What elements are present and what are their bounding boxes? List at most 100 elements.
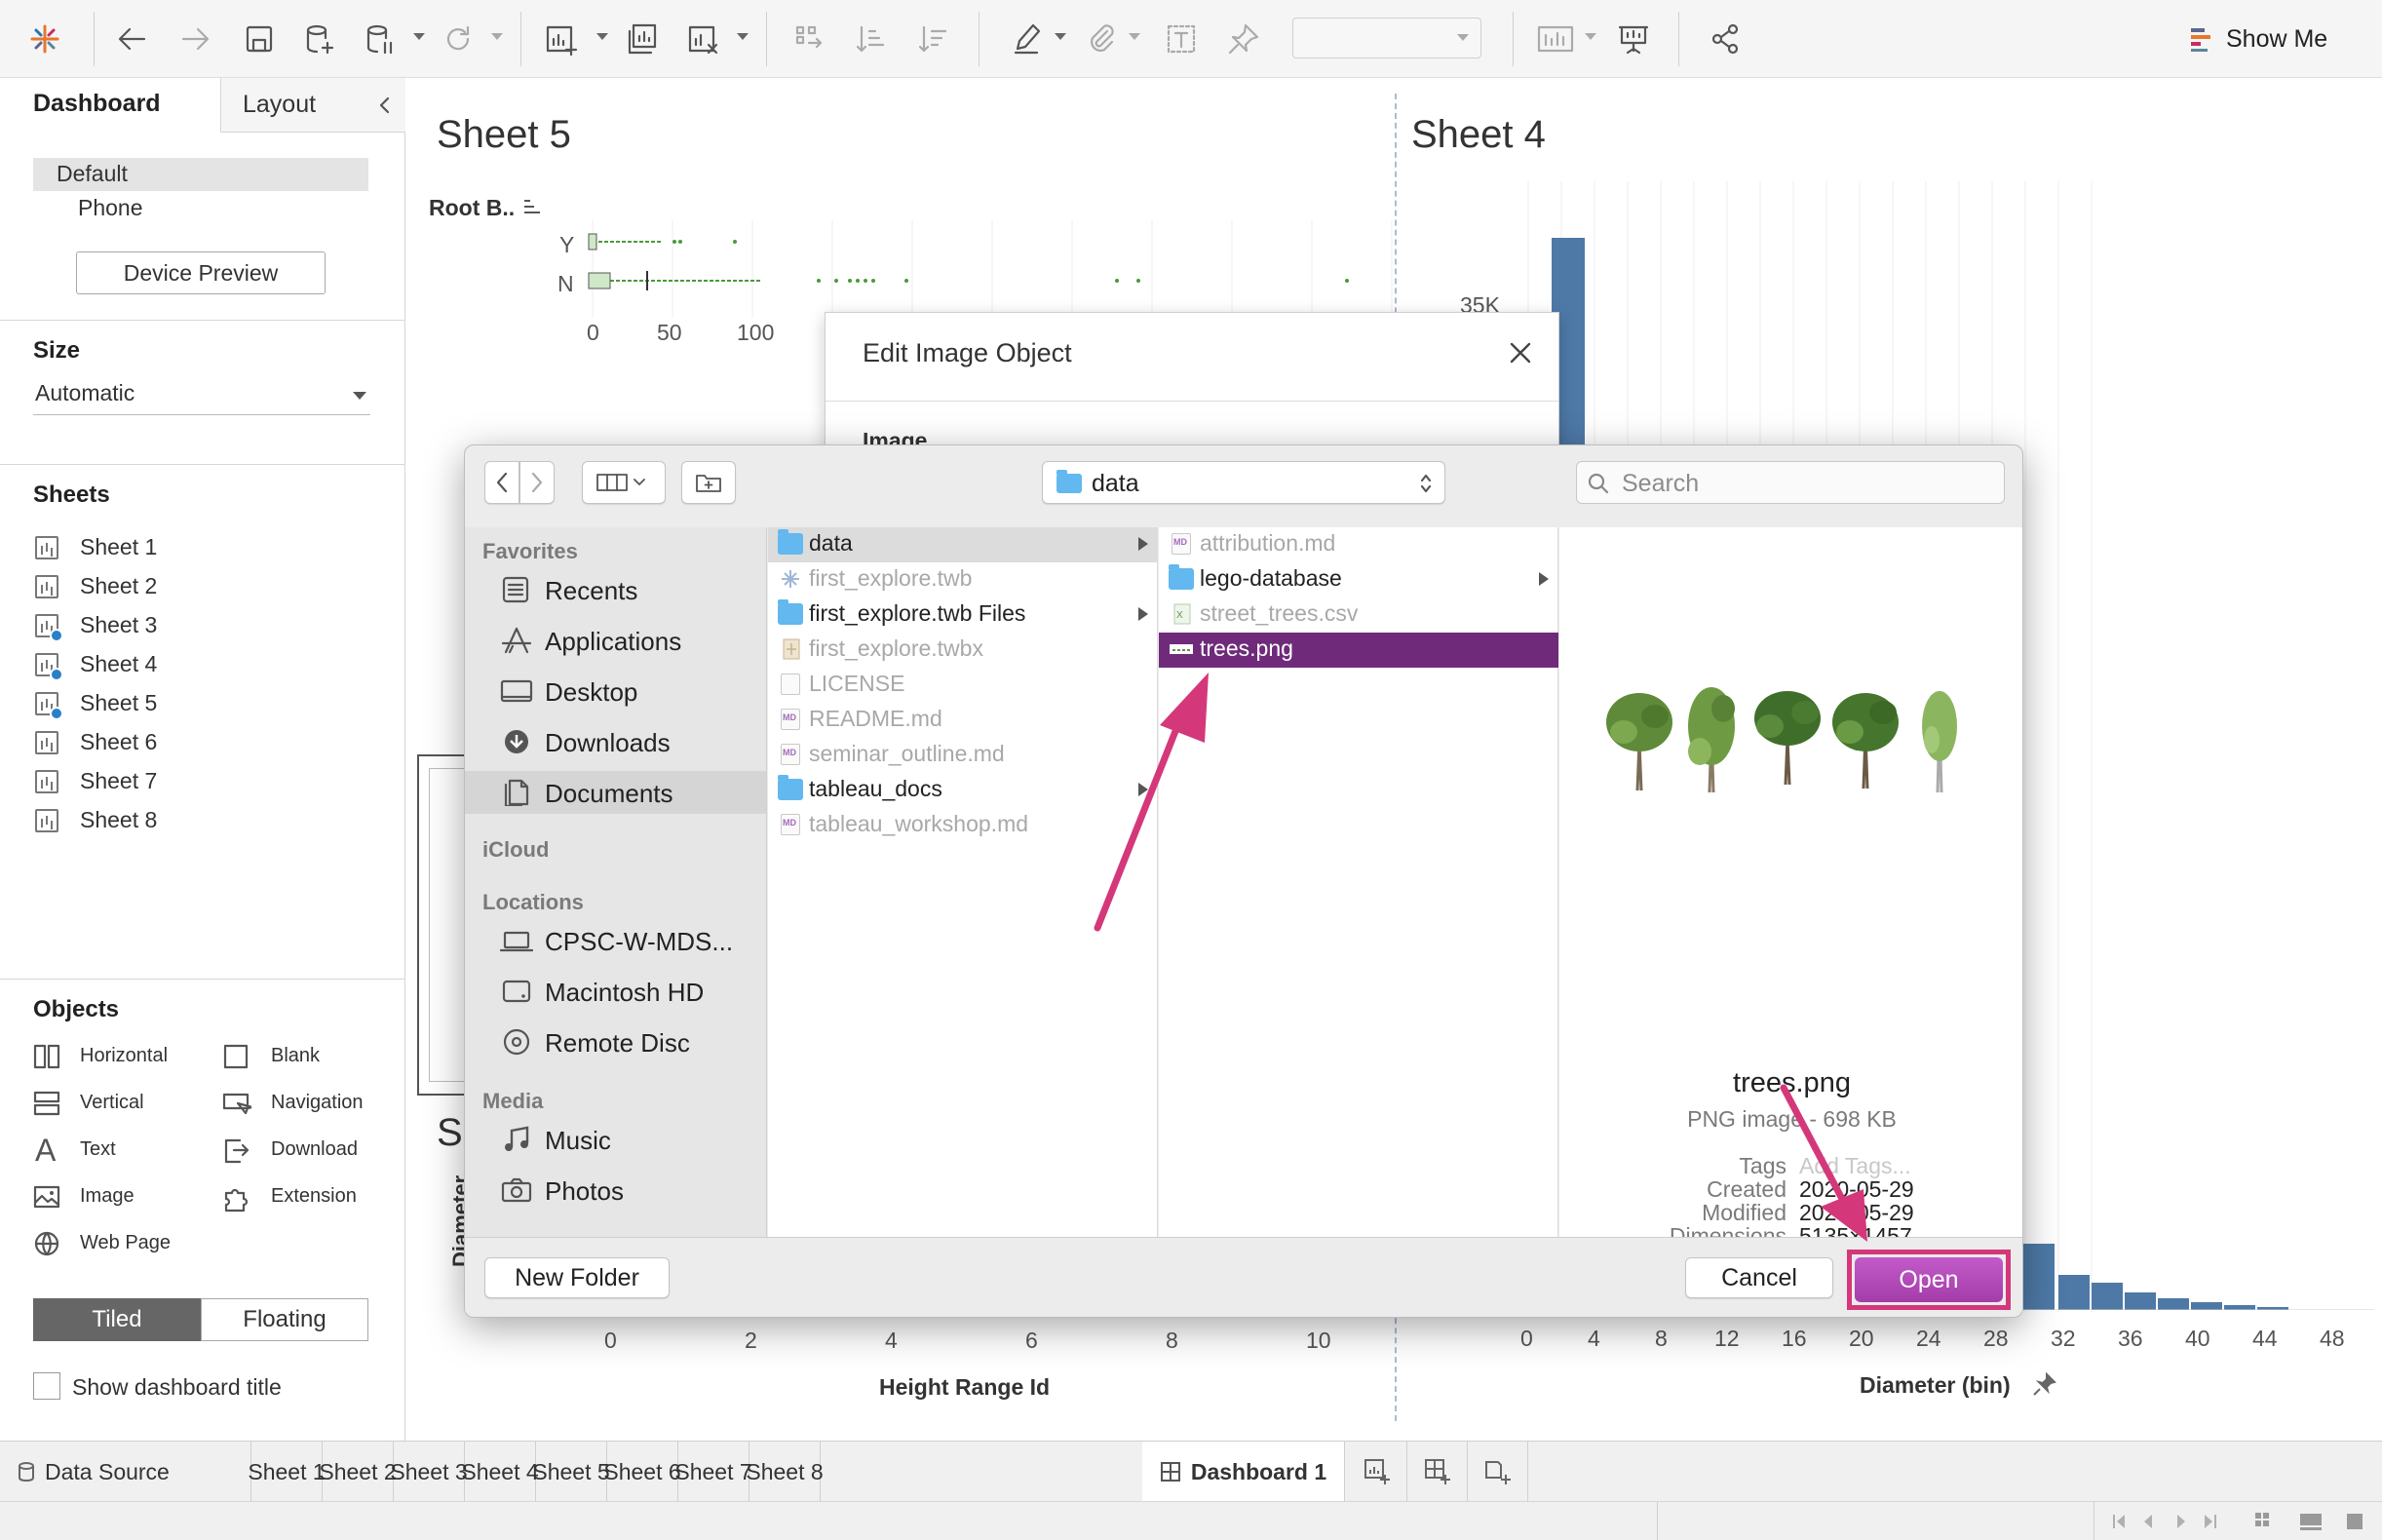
sort-descending-icon[interactable] bbox=[910, 16, 957, 62]
left-x-tick: 2 bbox=[745, 1328, 757, 1353]
sheet-list-item[interactable]: Sheet 6 bbox=[33, 727, 365, 760]
object-extension[interactable]: Extension bbox=[222, 1183, 357, 1213]
object-navigation[interactable]: Navigation bbox=[222, 1090, 364, 1117]
tab-dashboard[interactable]: Dashboard bbox=[0, 78, 220, 133]
new-story-tab-button[interactable] bbox=[1468, 1442, 1528, 1502]
search-field[interactable]: Search bbox=[1576, 461, 2005, 504]
close-icon[interactable] bbox=[1508, 340, 1533, 366]
refresh-icon[interactable] bbox=[435, 16, 481, 62]
object-download[interactable]: Download bbox=[222, 1136, 358, 1164]
tab-navigation-arrows[interactable] bbox=[2109, 1512, 2226, 1531]
sidebar-item-desktop[interactable]: Desktop bbox=[465, 670, 766, 712]
object-web-page[interactable]: Web Page bbox=[33, 1230, 171, 1257]
device-default-item[interactable]: Default bbox=[33, 158, 368, 191]
sort-ascending-icon[interactable] bbox=[848, 16, 895, 62]
sheet-list-item[interactable]: Sheet 1 bbox=[33, 532, 365, 565]
file-name: README.md bbox=[809, 706, 942, 731]
tab-sheet-7[interactable]: Sheet 7 bbox=[674, 1442, 752, 1502]
device-phone-item[interactable]: Phone bbox=[78, 195, 143, 221]
show-me-button[interactable]: Show Me bbox=[2189, 21, 2327, 57]
collapse-chevron-icon[interactable] bbox=[377, 96, 393, 115]
forward-arrow-icon[interactable] bbox=[172, 16, 218, 62]
card-view-icon[interactable] bbox=[1532, 16, 1579, 62]
open-button[interactable]: Open bbox=[1855, 1257, 2003, 1302]
file-row-street-trees[interactable]: X street_trees.csv bbox=[1159, 597, 1558, 633]
new-worksheet-tab-button[interactable] bbox=[1347, 1442, 1407, 1502]
sheet-list-item[interactable]: Sheet 3 bbox=[33, 610, 365, 643]
tab-sheet-4[interactable]: Sheet 4 bbox=[461, 1442, 539, 1502]
sidebar-item-applications[interactable]: Applications bbox=[465, 619, 766, 662]
device-preview-button[interactable]: Device Preview bbox=[76, 251, 326, 294]
sort-icon[interactable] bbox=[522, 197, 542, 216]
new-dashboard-tab-button[interactable] bbox=[1407, 1442, 1468, 1502]
object-vertical[interactable]: Vertical bbox=[33, 1090, 144, 1117]
tab-dashboard-1[interactable]: Dashboard 1 bbox=[1142, 1442, 1345, 1502]
show-labels-icon[interactable] bbox=[1158, 16, 1205, 62]
file-row-lego-database[interactable]: lego-database bbox=[1159, 562, 1558, 597]
tab-sheet-6[interactable]: Sheet 6 bbox=[603, 1442, 681, 1502]
pin-icon[interactable] bbox=[1220, 16, 1267, 62]
object-navigation-label: Navigation bbox=[271, 1092, 364, 1113]
clear-sheet-icon[interactable] bbox=[680, 16, 727, 62]
tab-layout[interactable]: Layout bbox=[220, 78, 405, 133]
sidebar-item-downloads[interactable]: Downloads bbox=[465, 720, 766, 763]
sheet4-title: Sheet 4 bbox=[1411, 113, 1546, 156]
sheet-list-item[interactable]: Sheet 4 bbox=[33, 649, 365, 682]
tab-sheet-3[interactable]: Sheet 3 bbox=[390, 1442, 468, 1502]
nav-forward-button[interactable] bbox=[519, 461, 555, 504]
sidebar-item-remote-disc[interactable]: Remote Disc bbox=[465, 1020, 766, 1063]
view-toggle-icons[interactable] bbox=[2253, 1510, 2370, 1533]
size-dropdown[interactable]: Automatic bbox=[33, 378, 370, 415]
sheet-list-item[interactable]: Sheet 5 bbox=[33, 688, 365, 721]
new-folder-button[interactable]: New Folder bbox=[484, 1257, 670, 1298]
file-row-attribution[interactable]: attribution.md bbox=[1159, 527, 1558, 562]
sheet-list-item[interactable]: Sheet 8 bbox=[33, 805, 365, 838]
tab-data-source[interactable]: Data Source bbox=[0, 1442, 251, 1502]
sidebar-item-recents[interactable]: Recents bbox=[465, 568, 766, 611]
show-title-checkbox[interactable] bbox=[33, 1372, 60, 1400]
file-row-first-explore-twb[interactable]: first_explore.twb bbox=[768, 562, 1158, 597]
file-row-first-explore-twbx[interactable]: first_explore.twbx bbox=[768, 633, 1158, 668]
group-paperclip-icon[interactable] bbox=[1078, 16, 1125, 62]
pause-data-icon[interactable] bbox=[357, 16, 403, 62]
save-icon[interactable] bbox=[236, 16, 283, 62]
file-row-first-explore-files[interactable]: first_explore.twb Files bbox=[768, 597, 1158, 633]
sheet-list-item[interactable]: Sheet 2 bbox=[33, 571, 365, 604]
sidebar-item-computer[interactable]: CPSC-W-MDS... bbox=[465, 919, 766, 962]
back-arrow-icon[interactable] bbox=[109, 16, 156, 62]
sidebar-item-photos[interactable]: Photos bbox=[465, 1169, 766, 1212]
tab-sheet-1[interactable]: Sheet 1 bbox=[248, 1442, 326, 1502]
tiled-toggle[interactable]: Tiled bbox=[33, 1298, 201, 1341]
pin-icon[interactable] bbox=[2031, 1372, 2056, 1398]
tab-sheet-8[interactable]: Sheet 8 bbox=[746, 1442, 824, 1502]
sidebar-item-music[interactable]: Music bbox=[465, 1118, 766, 1161]
sidebar-item-macintosh-hd[interactable]: Macintosh HD bbox=[465, 970, 766, 1013]
sheet-list-item[interactable]: Sheet 7 bbox=[33, 766, 365, 799]
image-object-placeholder[interactable] bbox=[417, 754, 470, 1096]
tab-sheet-5[interactable]: Sheet 5 bbox=[532, 1442, 610, 1502]
view-mode-button[interactable] bbox=[582, 461, 666, 504]
new-data-source-icon[interactable] bbox=[296, 16, 343, 62]
file-row-data[interactable]: data bbox=[768, 527, 1158, 562]
swap-icon[interactable] bbox=[786, 16, 832, 62]
tableau-logo-icon[interactable] bbox=[21, 16, 68, 62]
cancel-button[interactable]: Cancel bbox=[1685, 1257, 1833, 1298]
object-image[interactable]: Image bbox=[33, 1183, 134, 1211]
new-worksheet-icon[interactable] bbox=[538, 16, 585, 62]
file-row-trees-png-selected[interactable]: trees.png bbox=[1159, 633, 1558, 668]
highlight-pen-icon[interactable] bbox=[1004, 16, 1051, 62]
edit-dialog-title: Edit Image Object bbox=[863, 338, 1072, 367]
nav-back-button[interactable] bbox=[484, 461, 519, 504]
location-popup[interactable]: data bbox=[1042, 461, 1445, 504]
worksheet-icon bbox=[35, 770, 58, 793]
sidebar-item-documents[interactable]: Documents bbox=[465, 771, 766, 814]
object-horizontal[interactable]: Horizontal bbox=[33, 1043, 168, 1070]
duplicate-sheet-icon[interactable] bbox=[620, 16, 667, 62]
fit-dropdown[interactable] bbox=[1292, 18, 1481, 58]
object-blank[interactable]: Blank bbox=[222, 1043, 320, 1070]
presentation-mode-icon[interactable] bbox=[1610, 16, 1657, 62]
share-icon[interactable] bbox=[1702, 16, 1748, 62]
tab-sheet-2[interactable]: Sheet 2 bbox=[319, 1442, 397, 1502]
new-folder-toolbar-button[interactable] bbox=[681, 461, 736, 504]
floating-toggle[interactable]: Floating bbox=[201, 1298, 368, 1341]
